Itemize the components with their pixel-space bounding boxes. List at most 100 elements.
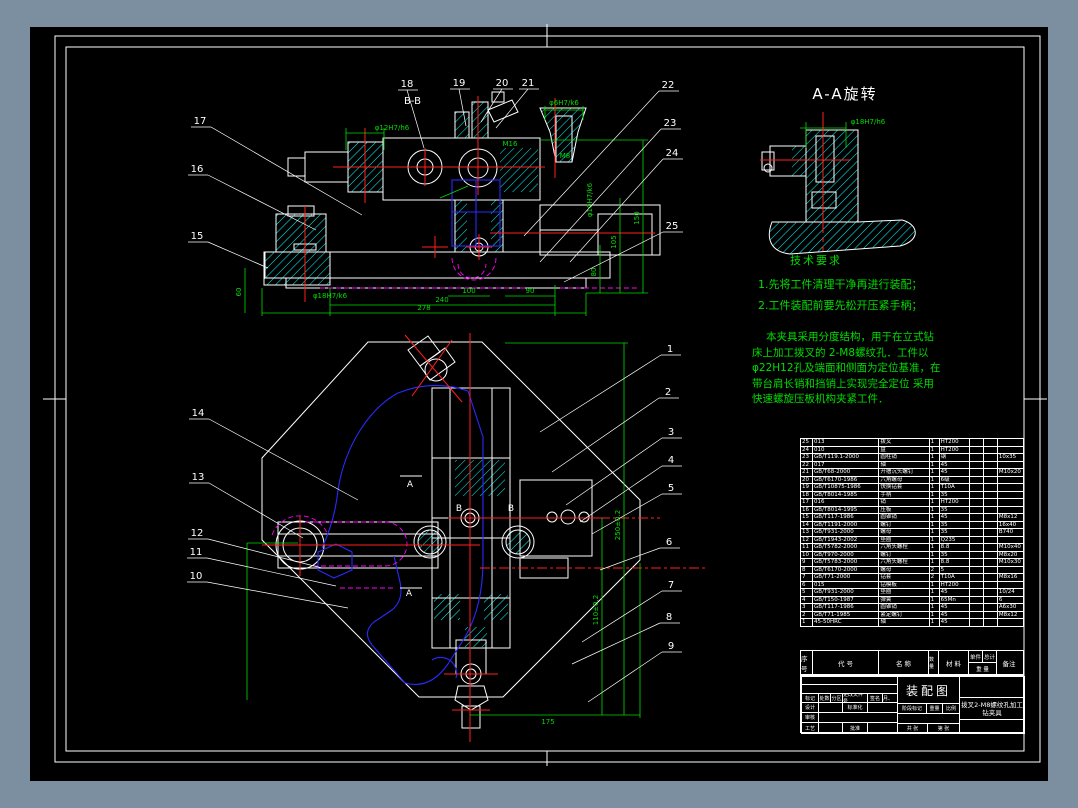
bom-row: 9 GB/T5783-2000 六角头螺栓 1 8.8 M10x30 [799,558,1025,567]
tech-requirements-title: 技术要求 [790,254,842,267]
bom-table: 25 013 拨叉 1 HT200 24 010 盘 1 HT200 23 GB/T119.1-200… [799,438,1025,627]
dim-m8: M8 [560,152,571,160]
dim-b100: 100 [462,287,475,295]
balloon-7: 7 [668,580,674,591]
tb-process-label: 工艺 [801,722,819,734]
balloon-2: 2 [665,387,671,398]
bom-row: 17 016 销 1 HT200 [799,498,1025,507]
plan-view: 250±0.2 110±0.2 175 A A B B [246,333,705,742]
tb-process-sign [818,722,843,734]
balloon-19: 19 [453,78,466,89]
section-mark-a1: A [407,480,414,490]
bom-row: 6 015 钻模板 1 HT200 [799,580,1025,589]
dim-b240: 240 [435,296,448,304]
bom-row: 16 GB/T8014-1995 压板 1 35 [799,505,1025,514]
bom-header-seq: 序号 [801,651,813,674]
bom-header-mat: 材 料 [939,651,969,674]
balloon-11: 11 [190,547,203,558]
dim-b175: 175 [541,718,554,726]
tech-requirement-1: 1.先将工件清理干净再进行装配； [758,278,923,291]
balloon-numbers: 17 16 15 18 19 20 21 22 23 24 25 1 2 3 4… [187,78,683,653]
balloon-16: 16 [191,164,204,175]
bom-row: 8 GB/T6170-2000 螺母 2 5 [799,565,1025,574]
bom-row: 24 010 盘 1 HT200 [799,445,1025,454]
tb-drawing-no-cell [959,719,1025,734]
balloon-21: 21 [522,78,535,89]
bom-row: 15 GB/T117-1986 圆锥销 1 45 M8x12 [799,513,1025,522]
balloon-10: 10 [190,571,203,582]
section-label-aa: A-A旋转 [812,85,877,103]
dim-v110: 110±0.2 [592,595,600,625]
bom-row: 10 GB/T970-2000 螺钉 1 35 M8x20 [799,550,1025,559]
section-mark-a2: A [406,589,413,599]
desc-line-2: 床上加工拨叉的 2-M8螺纹孔．工件以 [752,346,929,359]
bom-header-unit: 单件 [969,651,983,662]
balloon-22: 22 [662,80,675,91]
balloon-4: 4 [668,455,674,466]
dim-left60: 60 [235,288,243,297]
dim-aa-phi: φ18H7/h6 [851,118,886,126]
dim-v105: 105 [610,235,618,248]
balloon-18: 18 [401,79,414,90]
desc-line-1: 本夹具采用分度结构，用于在立式钻 [766,331,934,343]
desc-line-4: 带台肩长销和挡销上实现完全定位 采用 [752,377,934,390]
bom-row: 25 013 拨叉 1 HT200 [799,438,1025,447]
tb-sheetno-label: 第 张 [927,723,960,734]
bom-row: 20 GB/T6170-1986 六角螺母 1 6级 [799,475,1025,484]
bom-header-name: 名 称 [879,651,929,674]
section-mark-b1: B [456,504,462,514]
dim-v250: 250±0.2 [614,510,622,540]
bom-row: 18 GB/T8014-1985 手柄 1 35 [799,490,1025,499]
tech-requirements: 技术要求 1.先将工件清理干净再进行装配； 2.工件装配前要先松开压紧手柄； [758,252,973,316]
desc-line-5: 快速螺旋压板机构夹紧工件． [752,393,889,405]
bom-row: 12 GB/T1943-2002 垫圈 1 Q235 [799,535,1025,544]
tb-approve-label: 批准 [842,722,868,734]
bom-row: 23 GB/T119.1-2000 圆柱销 1 钢 10x35 [799,453,1025,462]
bom-header-code: 代 号 [813,651,879,674]
bom-row: 2 GB/T71-1985 紧定螺钉 1 45 M8x12 [799,610,1025,619]
bom-header-total: 总计 [983,654,995,661]
hatch-areas [264,102,586,285]
dim-v150: 150 [633,211,641,224]
bom-row: 1 45-50HRC 轴 1 45 [799,618,1025,627]
bom-header: 序号 代 号 名 称 数量 材 料 单件 总计 重 量 备注 [800,650,1024,675]
balloon-25: 25 [666,221,679,232]
tb-drawing-type: 装配图 [897,676,960,704]
balloon-13: 13 [192,472,205,483]
balloon-9: 9 [668,641,674,652]
cad-viewer-screen: φ12H7/h6 φ6H7/k6 M16 M8 80 105 150 φ10H7… [0,0,1078,808]
balloon-1: 1 [667,344,673,355]
dim-b278: 278 [417,304,430,312]
balloon-5: 5 [668,483,674,494]
section-label-bb: B-B [404,96,421,107]
desc-line-3: φ22H12孔及端面和侧面为定位基准，在 [752,362,941,374]
dim-side: φ10H7/k6 [586,182,594,217]
bom-row: 11 GB/T5782-2000 六角头螺栓 1 8.8 M10x40 [799,543,1025,552]
bom-row: 7 GB/T71-2000 钻套 2 T10A M8x16 [799,573,1025,582]
dim-collar: φ12H7/h6 [375,124,410,132]
aa-hatch [769,130,916,254]
bom-row: 3 GB/T117-1986 圆锥销 1 45 A6x30 [799,603,1025,612]
balloon-8: 8 [666,612,672,623]
bom-rows: 25 013 拨叉 1 HT200 24 010 盘 1 HT200 23 GB/T119.1-200… [799,438,1025,627]
fixture-description: 本夹具采用分度结构，用于在立式钻 床上加工拨叉的 2-M8螺纹孔．工件以 φ22… [752,330,967,408]
bom-header-weight: 重 量 [976,666,989,673]
bom-header-qty: 数量 [929,651,939,674]
bom-header-remark: 备注 [1002,659,1016,668]
tb-approve-sign [867,722,898,734]
balloon-12: 12 [191,528,204,539]
title-block: 标记 处数 分区 更改文件号 签名 年、月、日 设计 标准化 审核 工艺 批准 … [800,675,1025,734]
dim-v80: 80 [590,268,598,277]
balloon-20: 20 [496,78,509,89]
tb-company-cell [959,676,1025,698]
section-mark-b2: B [508,504,514,514]
balloon-24: 24 [666,148,679,159]
tech-requirement-2: 2.工件装配前要先松开压紧手柄； [758,299,923,312]
bom-row: 5 GB/T931-2000 垫圈 1 45 10/24 [799,588,1025,597]
bom-header-weight-group: 单件 总计 重 量 [969,651,997,674]
tb-drawing-title: 拨叉2-M8螺纹孔加工钻夹具 [959,697,1025,720]
bom-row: 19 GB/T10875-1986 快换钻套 1 T10A [799,483,1025,492]
balloon-23: 23 [664,118,677,129]
section-view-aa: A-A旋转 φ18H7/h6 [760,85,916,255]
tb-sheets-label: 共 张 [897,723,928,734]
